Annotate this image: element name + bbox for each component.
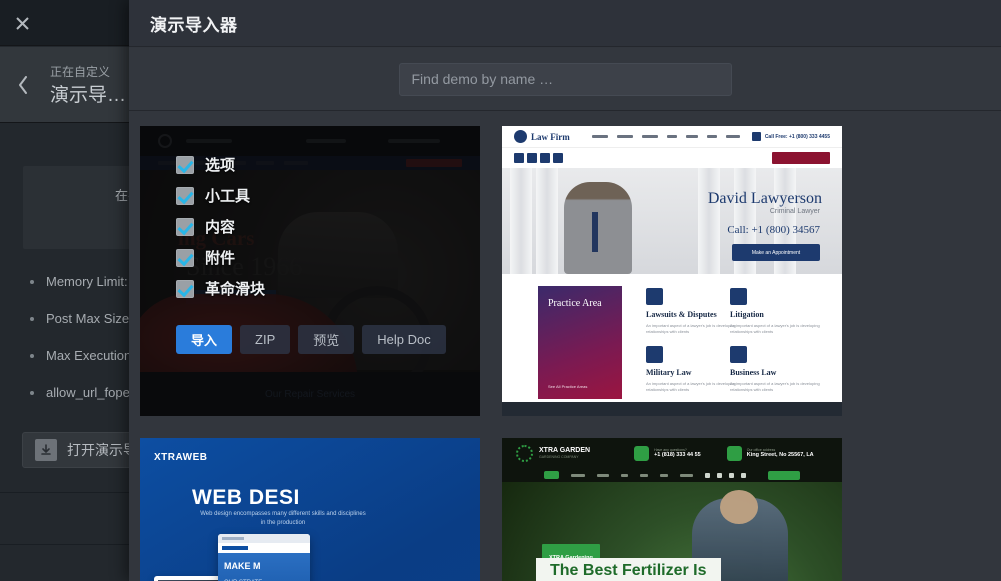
- checkbox-checked-icon[interactable]: [176, 279, 194, 298]
- facebook-icon: [514, 153, 524, 163]
- demo-card-xtraweb[interactable]: XTRAWEB WEB DESI Web design encompasses …: [140, 438, 480, 581]
- thumb-topbar: Law Firm Call Free: +1 (800) 333 4455: [502, 126, 842, 148]
- checkbox-label: 革命滑块: [205, 281, 266, 298]
- modal-search-bar: [129, 48, 1001, 111]
- service-desc: An important aspect of a lawyer's job is…: [646, 381, 736, 392]
- checkbox-checked-icon[interactable]: [176, 155, 194, 174]
- download-icon: [35, 439, 57, 461]
- thumb-hero-button: Make an Appointment: [732, 244, 820, 261]
- service-title: Litigation: [730, 310, 764, 319]
- thumb-logo-text: XTRA GARDEN: [539, 447, 591, 454]
- service-title: Lawsuits & Disputes: [646, 310, 717, 319]
- instagram-icon: [728, 472, 734, 478]
- checkbox-row-content[interactable]: 内容: [176, 216, 480, 237]
- demo-grid: ing Cars Since 1966: [129, 112, 1001, 581]
- app-screen: 正在自定义 演示导… 在导入演示… 器已… card-repair Memory…: [0, 0, 1001, 581]
- thumb-body: Practice Area See All Practice Areas Law…: [502, 274, 842, 402]
- scales-icon: [514, 130, 527, 143]
- gavel-icon: [730, 288, 747, 305]
- thumb-consult-button: [772, 152, 830, 164]
- card-hover-panel: 选项 小工具 内容 附件 革命滑块 导入 ZIP 预览 Help Doc: [140, 126, 480, 416]
- thumb-hero: David Lawyerson Criminal Lawyer Call: +1…: [502, 168, 842, 274]
- thumb-quote-button: [767, 470, 800, 480]
- thumb-phone: Call Free: +1 (800) 333 4455: [751, 132, 830, 141]
- chevron-left-icon[interactable]: [0, 47, 45, 123]
- service-title: Business Law: [730, 368, 777, 377]
- thumb-headline: WEB DESI: [192, 486, 300, 509]
- service-title: Military Law: [646, 368, 692, 377]
- thumb-phone-text: Call Free: +1 (800) 333 4455: [764, 133, 830, 140]
- checkbox-row-widgets[interactable]: 小工具: [176, 185, 480, 206]
- thumb-tablet-b: MAKE M OUR STRATE: [218, 534, 310, 581]
- info-phone: +1 (818) 333 44 55: [654, 452, 701, 458]
- thumb-headline: The Best Fertilizer Is: [536, 558, 721, 581]
- scales-icon: [646, 288, 663, 305]
- thumb-hero-role: Criminal Lawyer: [769, 208, 820, 215]
- checkbox-label: 附件: [205, 250, 236, 267]
- phone-icon: [751, 132, 761, 141]
- thumb-person: [564, 182, 632, 274]
- leaf-icon: [516, 444, 533, 462]
- thumb-logo: XTRA GARDEN GARDENING COMPANY: [516, 444, 591, 462]
- demo-importer-modal: 演示导入器 ing Cars Since 1966: [129, 0, 1001, 581]
- zip-button[interactable]: ZIP: [240, 325, 291, 354]
- thumb-tab-headline: MAKE M: [224, 561, 261, 571]
- checkbox-label: 内容: [205, 219, 236, 236]
- checkbox-checked-icon[interactable]: [176, 248, 194, 267]
- preview-button[interactable]: 预览: [298, 325, 355, 354]
- page-title: 演示导入器: [150, 15, 238, 35]
- service-desc: An important aspect of a lawyer's job is…: [730, 381, 820, 392]
- briefcase-icon: [730, 346, 747, 363]
- thumb-nav: [591, 135, 740, 138]
- thumb-headline-text: The Best Fertilizer Is: [550, 562, 707, 579]
- service-desc: An important aspect of a lawyer's job is…: [730, 323, 820, 334]
- import-button[interactable]: 导入: [176, 325, 233, 354]
- info-address: King Street, No 25567, LA: [746, 452, 814, 458]
- service-desc: An important aspect of a lawyer's job is…: [646, 323, 736, 334]
- card-thumbnail: Law Firm Call Free: +1 (800) 333 4455 Da…: [502, 126, 842, 416]
- thumb-info: Have any questions? +1 (818) 333 44 55 O…: [634, 445, 814, 461]
- thumb-logo-text: Law Firm: [531, 131, 570, 142]
- twitter-icon: [527, 153, 537, 163]
- help-doc-button[interactable]: Help Doc: [362, 325, 446, 354]
- search-icon: [740, 472, 746, 478]
- facebook-icon: [704, 472, 710, 478]
- demo-card-xtra-garden[interactable]: XTRA GARDEN GARDENING COMPANY Have any q…: [502, 438, 842, 581]
- checkbox-label: 选项: [205, 157, 236, 174]
- checkbox-row-attachments[interactable]: 附件: [176, 247, 480, 268]
- thumb-social-bar: [502, 148, 842, 168]
- linkedin-icon: [540, 153, 550, 163]
- thumb-subtext: Web design encompasses many different sk…: [200, 511, 366, 526]
- thumb-logo-text: XTRAWEB: [154, 452, 208, 463]
- checkbox-row-revslider[interactable]: 革命滑块: [176, 278, 480, 299]
- checkbox-checked-icon[interactable]: [176, 186, 194, 205]
- demo-card-auto-repair[interactable]: ing Cars Since 1966: [140, 126, 480, 416]
- phone-icon: [634, 445, 650, 461]
- checkbox-checked-icon[interactable]: [176, 217, 194, 236]
- twitter-icon: [716, 472, 722, 478]
- modal-header: 演示导入器: [129, 0, 1001, 47]
- shield-icon: [646, 346, 663, 363]
- location-pin-icon: [726, 445, 742, 461]
- checkbox-row-options[interactable]: 选项: [176, 154, 480, 175]
- instagram-icon: [553, 153, 563, 163]
- thumb-hero-button-label: Make an Appointment: [751, 249, 801, 256]
- thumb-footer: [502, 402, 842, 416]
- thumb-logo: Law Firm: [514, 130, 570, 143]
- card-thumbnail: XTRA GARDEN GARDENING COMPANY Have any q…: [502, 438, 842, 581]
- demo-card-law-firm[interactable]: Law Firm Call Free: +1 (800) 333 4455 Da…: [502, 126, 842, 416]
- search-input[interactable]: [398, 62, 732, 96]
- thumb-nav: [502, 468, 842, 482]
- thumb-topbar: XTRA GARDEN GARDENING COMPANY Have any q…: [502, 438, 842, 468]
- thumb-services: Lawsuits & Disputes An important aspect …: [502, 274, 842, 402]
- checkbox-label: 小工具: [205, 188, 251, 205]
- thumb-logo-sub: GARDENING COMPANY: [539, 455, 579, 459]
- card-thumbnail: XTRAWEB WEB DESI Web design encompasses …: [140, 438, 480, 581]
- thumb-hero-call: Call: +1 (800) 34567: [727, 224, 820, 236]
- thumb-hero-name: David Lawyerson: [707, 190, 822, 207]
- close-icon[interactable]: [0, 0, 45, 46]
- card-action-buttons: 导入 ZIP 预览 Help Doc: [176, 325, 480, 354]
- thumb-photo: XTRA Gardening The Best Fertilizer Is A …: [502, 482, 842, 581]
